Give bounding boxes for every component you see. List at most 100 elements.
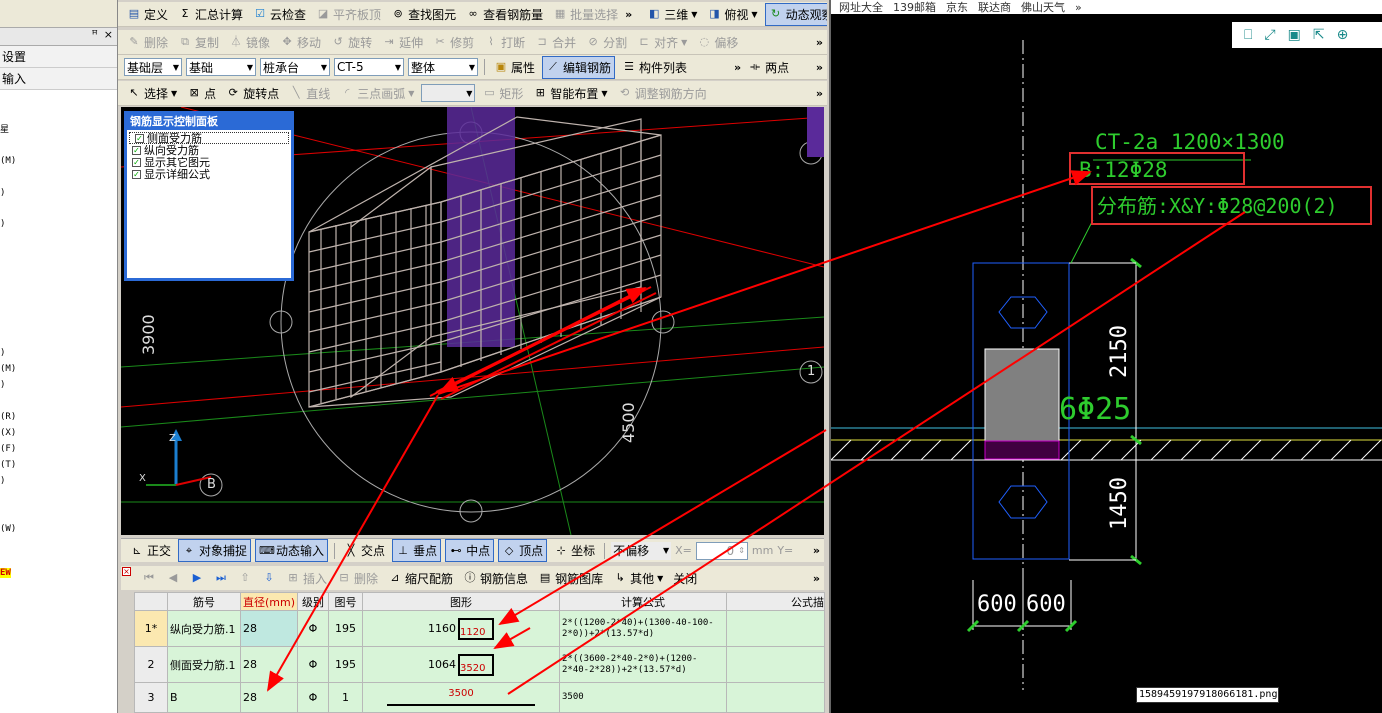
scope-select[interactable]: 整体 ▼: [408, 58, 478, 76]
share-icon[interactable]: ⇱: [1313, 27, 1325, 43]
overflow-chevron[interactable]: »: [1075, 1, 1082, 14]
formula-cell[interactable]: 3500: [559, 682, 727, 713]
overflow-chevron[interactable]: »: [734, 61, 741, 74]
mirror-button[interactable]: ⏃ 镜像: [226, 32, 273, 53]
rotate-point-button[interactable]: ⟳ 旋转点: [223, 83, 282, 104]
overflow-chevron[interactable]: »: [813, 544, 824, 557]
offset-select[interactable]: 不偏移 ▼: [611, 541, 672, 560]
formula-desc-cell[interactable]: [726, 682, 825, 713]
grade-cell[interactable]: Φ: [297, 609, 329, 648]
first-row-button[interactable]: ⏮: [139, 569, 159, 587]
bookmark-item[interactable]: 139邮箱: [893, 0, 936, 14]
tree-row-settings[interactable]: 设置: [0, 46, 117, 68]
table-row[interactable]: 2 侧面受力筋.1 28 Φ 195 1064 3520 2*((3600-2*…: [134, 646, 825, 684]
table-row[interactable]: 3 B 28 Φ 1 3500 3500: [134, 682, 825, 713]
formula-cell[interactable]: 2*((3600-2*40-2*0)+(1200-2*40-2*28))+2*(…: [559, 646, 727, 684]
prev-row-button[interactable]: ◀: [163, 569, 183, 587]
delete-button[interactable]: ✎ 删除: [124, 32, 171, 53]
3d-viewport[interactable]: 3900 4500 B 1 Z X 钢筋显示控制面板 ✓ 侧面受力筋 ✓ 纵向受力筋…: [121, 107, 824, 535]
align-slab-top-button[interactable]: ◪ 平齐板顶: [313, 4, 384, 25]
edit-rebar-button[interactable]: ⟋ 编辑钢筋: [542, 55, 616, 79]
formula-desc-cell[interactable]: [726, 609, 825, 648]
overflow-chevron[interactable]: »: [813, 572, 824, 585]
rebar-name-cell[interactable]: 纵向受力筋.1: [167, 609, 241, 648]
rebar-name-cell[interactable]: B: [167, 682, 241, 713]
summary-calc-button[interactable]: Σ 汇总计算: [175, 4, 246, 25]
check-show-detailed-formula[interactable]: ✓ 显示详细公式: [127, 168, 291, 181]
column-header[interactable]: 公式描: [726, 592, 825, 611]
move-button[interactable]: ✥ 移动: [277, 32, 324, 53]
figure-no-cell[interactable]: 1: [328, 682, 363, 713]
move-down-button[interactable]: ⇩: [259, 569, 279, 587]
next-row-button[interactable]: ▶: [187, 569, 207, 587]
column-header[interactable]: 图形: [362, 592, 560, 611]
object-snap-button[interactable]: ⌖ 对象捕捉: [178, 539, 252, 562]
diameter-cell[interactable]: 28: [240, 609, 298, 648]
element-select[interactable]: CT-5 ▼: [334, 58, 404, 76]
arc-option-select[interactable]: ▼: [421, 84, 476, 102]
view-rebar-qty-button[interactable]: ∞ 查看钢筋量: [463, 4, 546, 25]
diameter-cell[interactable]: 28: [240, 682, 298, 713]
bookmark-icon[interactable]: ⎕: [1244, 27, 1252, 43]
bookmark-item[interactable]: 佛山天气: [1021, 0, 1065, 14]
align-button[interactable]: ⊏ 对齐 ▼: [634, 32, 690, 53]
adjust-rebar-direction-button[interactable]: ⟲ 调整钢筋方向: [615, 83, 710, 104]
insert-row-button[interactable]: ⊞ 插入: [283, 568, 330, 589]
properties-button[interactable]: ▣ 属性: [491, 57, 538, 78]
pin-icon[interactable]: ꟸ: [91, 28, 97, 45]
bookmark-item[interactable]: 网址大全: [839, 0, 883, 14]
find-element-button[interactable]: ⊚ 查找图元: [388, 4, 459, 25]
column-header[interactable]: 直径(mm): [240, 592, 298, 611]
select-button[interactable]: ↖ 选择 ▼: [124, 83, 180, 104]
rebar-library-button[interactable]: ▤ 钢筋图库: [535, 568, 606, 589]
bookmark-item[interactable]: 联达商: [978, 0, 1011, 14]
scale-rebar-button[interactable]: ⊿ 缩尺配筋: [385, 568, 456, 589]
column-header[interactable]: 级别: [297, 592, 329, 611]
batch-select-button[interactable]: ▦ 批量选择: [550, 4, 621, 25]
overflow-chevron[interactable]: »: [816, 61, 827, 74]
tree-row-input[interactable]: 输入: [0, 68, 117, 90]
shape-cell[interactable]: 1160 1120: [362, 609, 560, 648]
diameter-cell[interactable]: 28: [240, 646, 298, 684]
close-grid-button[interactable]: 关闭: [670, 568, 700, 589]
element-type-select[interactable]: 桩承台 ▼: [260, 58, 330, 76]
bookmark-item[interactable]: 京东: [946, 0, 968, 14]
rebar-info-button[interactable]: ⓘ 钢筋信息: [460, 568, 531, 589]
midpoint-snap-button[interactable]: ⊷ 中点: [445, 539, 495, 562]
shape-cell[interactable]: 1064 3520: [362, 646, 560, 684]
other-button[interactable]: ↳ 其他 ▼: [610, 568, 666, 589]
table-row[interactable]: 1* 纵向受力筋.1 28 Φ 195 1160 1120 2*((1200-2…: [134, 609, 825, 648]
rotate-button[interactable]: ↺ 旋转: [328, 32, 375, 53]
formula-desc-cell[interactable]: [726, 646, 825, 684]
delete-row-button[interactable]: ⊟ 删除: [334, 568, 381, 589]
fullscreen-icon[interactable]: ⤢: [1264, 27, 1275, 43]
figure-no-cell[interactable]: 195: [328, 609, 363, 648]
figure-no-cell[interactable]: 195: [328, 646, 363, 684]
trim-button[interactable]: ✂ 修剪: [430, 32, 477, 53]
define-button[interactable]: ▤ 定义: [124, 4, 171, 25]
view-3d-button[interactable]: ◧ 三维 ▼: [644, 4, 700, 25]
column-header[interactable]: 计算公式: [559, 592, 727, 611]
perpendicular-snap-button[interactable]: ⊥ 垂点: [392, 539, 442, 562]
dynamic-observe-button[interactable]: ↻动态观察: [764, 2, 827, 26]
coordinate-button[interactable]: ⊹ 坐标: [551, 540, 598, 561]
column-header[interactable]: 筋号: [167, 592, 241, 611]
three-point-arc-button[interactable]: ◜ 三点画弧 ▼: [337, 83, 417, 104]
extend-button[interactable]: ⇥ 延伸: [379, 32, 426, 53]
intersection-snap-button[interactable]: ╳ 交点: [341, 540, 388, 561]
offset-button[interactable]: ◌ 偏移: [694, 32, 741, 53]
last-row-button[interactable]: ⏭: [211, 569, 231, 587]
rectangle-button[interactable]: ▭ 矩形: [479, 83, 526, 104]
cloud-check-button[interactable]: ☑ 云检查: [250, 4, 309, 25]
line-button[interactable]: ╲ 直线: [286, 83, 333, 104]
copy-button[interactable]: ⧉ 复制: [175, 32, 222, 53]
grade-cell[interactable]: Φ: [297, 646, 329, 684]
move-up-button[interactable]: ⇧: [235, 569, 255, 587]
break-button[interactable]: ⌇ 打断: [481, 32, 528, 53]
more-icon[interactable]: ⊕: [1337, 27, 1349, 43]
two-point-button[interactable]: ⟛ 两点: [745, 57, 792, 78]
element-list-button[interactable]: ☰ 构件列表: [619, 57, 690, 78]
overflow-chevron[interactable]: »: [816, 36, 827, 49]
floor-select[interactable]: 基础层 ▼: [124, 58, 182, 76]
grid-close-icon[interactable]: ×: [122, 567, 131, 576]
